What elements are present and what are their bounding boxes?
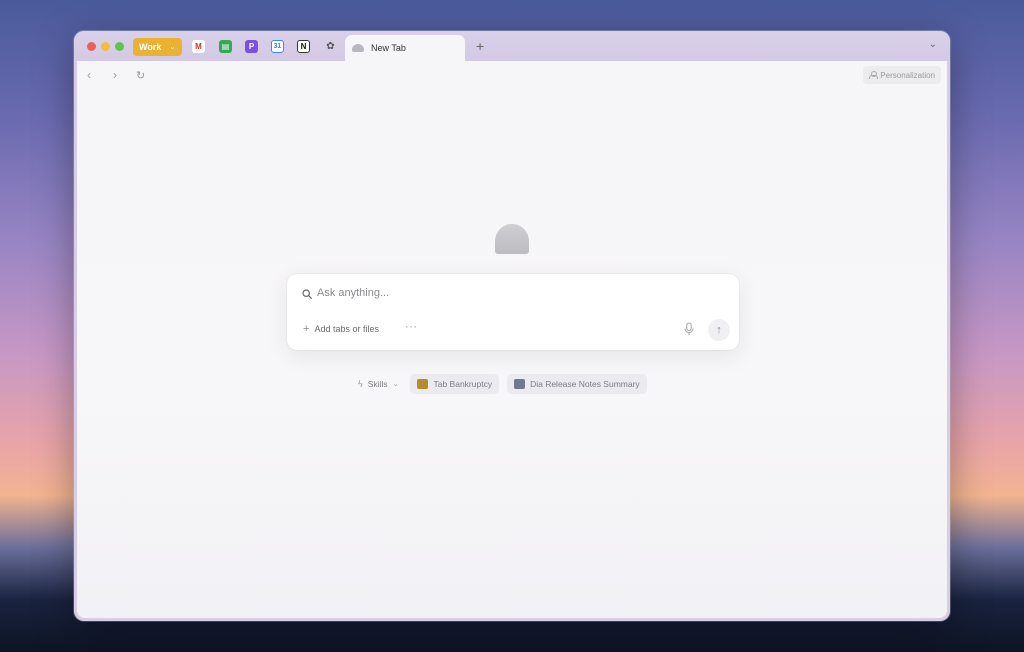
page-content: ‹ › ↻ Personalization + Add tabs or file… [77, 61, 947, 618]
back-button[interactable]: ‹ [87, 68, 91, 82]
dia-favicon-icon [352, 44, 364, 52]
ask-input[interactable] [317, 283, 697, 303]
add-tabs-label: Add tabs or files [314, 324, 379, 334]
skills-label: Skills [367, 379, 388, 389]
chevron-down-icon: ⌄ [392, 381, 399, 388]
more-options-button[interactable]: ··· [405, 321, 418, 333]
personalization-button[interactable]: Personalization [863, 66, 941, 84]
zoom-window-button[interactable] [115, 42, 124, 51]
calendar-icon[interactable]: 31 [271, 40, 284, 53]
suggestion-release-notes[interactable]: Dia Release Notes Summary [507, 374, 647, 394]
add-tabs-or-files-button[interactable]: + Add tabs or files [297, 320, 385, 338]
plus-icon: + [303, 323, 310, 335]
suggestion-label: Tab Bankruptcy [433, 379, 493, 389]
arrow-up-icon: ↑ [716, 324, 722, 336]
minimize-window-button[interactable] [101, 42, 110, 51]
space-switcher[interactable]: Work ⌄ [133, 38, 182, 56]
personalization-label: Personalization [880, 70, 935, 80]
reload-button[interactable]: ↻ [136, 69, 145, 82]
person-icon [869, 71, 879, 79]
lightning-icon: ϟ [358, 379, 363, 389]
skills-dropdown[interactable]: ϟ Skills ⌄ [354, 374, 402, 394]
chat-icon[interactable]: ✿ [324, 40, 337, 53]
notion-icon[interactable]: N [297, 40, 310, 53]
notes-icon [514, 379, 526, 389]
microphone-icon[interactable] [683, 322, 695, 336]
gmail-icon[interactable]: M [192, 40, 205, 53]
browser-window: Work ⌄ M ▤ P 31 N ✿ New Tab + ⌄ ‹ › ↻ Pe… [74, 31, 950, 621]
sheets-icon[interactable]: ▤ [219, 40, 232, 53]
chevron-down-icon: ⌄ [169, 44, 176, 51]
tab-new-tab[interactable]: New Tab [345, 35, 465, 61]
search-icon [302, 289, 312, 299]
suggestion-label: Dia Release Notes Summary [530, 379, 640, 389]
suggestion-chips: ϟ Skills ⌄ Tab Bankruptcy Dia Release No… [354, 374, 647, 394]
close-window-button[interactable] [87, 42, 96, 51]
p-app-icon[interactable]: P [245, 40, 258, 53]
tab-bar: Work ⌄ M ▤ P 31 N ✿ New Tab + ⌄ [74, 31, 950, 61]
send-button[interactable]: ↑ [708, 319, 730, 341]
ask-box: + Add tabs or files ··· ↑ [287, 274, 739, 350]
new-tab-button[interactable]: + [476, 38, 484, 54]
suggestion-tab-bankruptcy[interactable]: Tab Bankruptcy [410, 374, 500, 394]
chevron-down-icon[interactable]: ⌄ [929, 39, 937, 50]
forward-button[interactable]: › [113, 68, 117, 82]
bank-icon [417, 379, 429, 389]
dia-logo-icon [495, 224, 529, 254]
tab-title: New Tab [371, 43, 406, 53]
space-label: Work [139, 42, 162, 52]
